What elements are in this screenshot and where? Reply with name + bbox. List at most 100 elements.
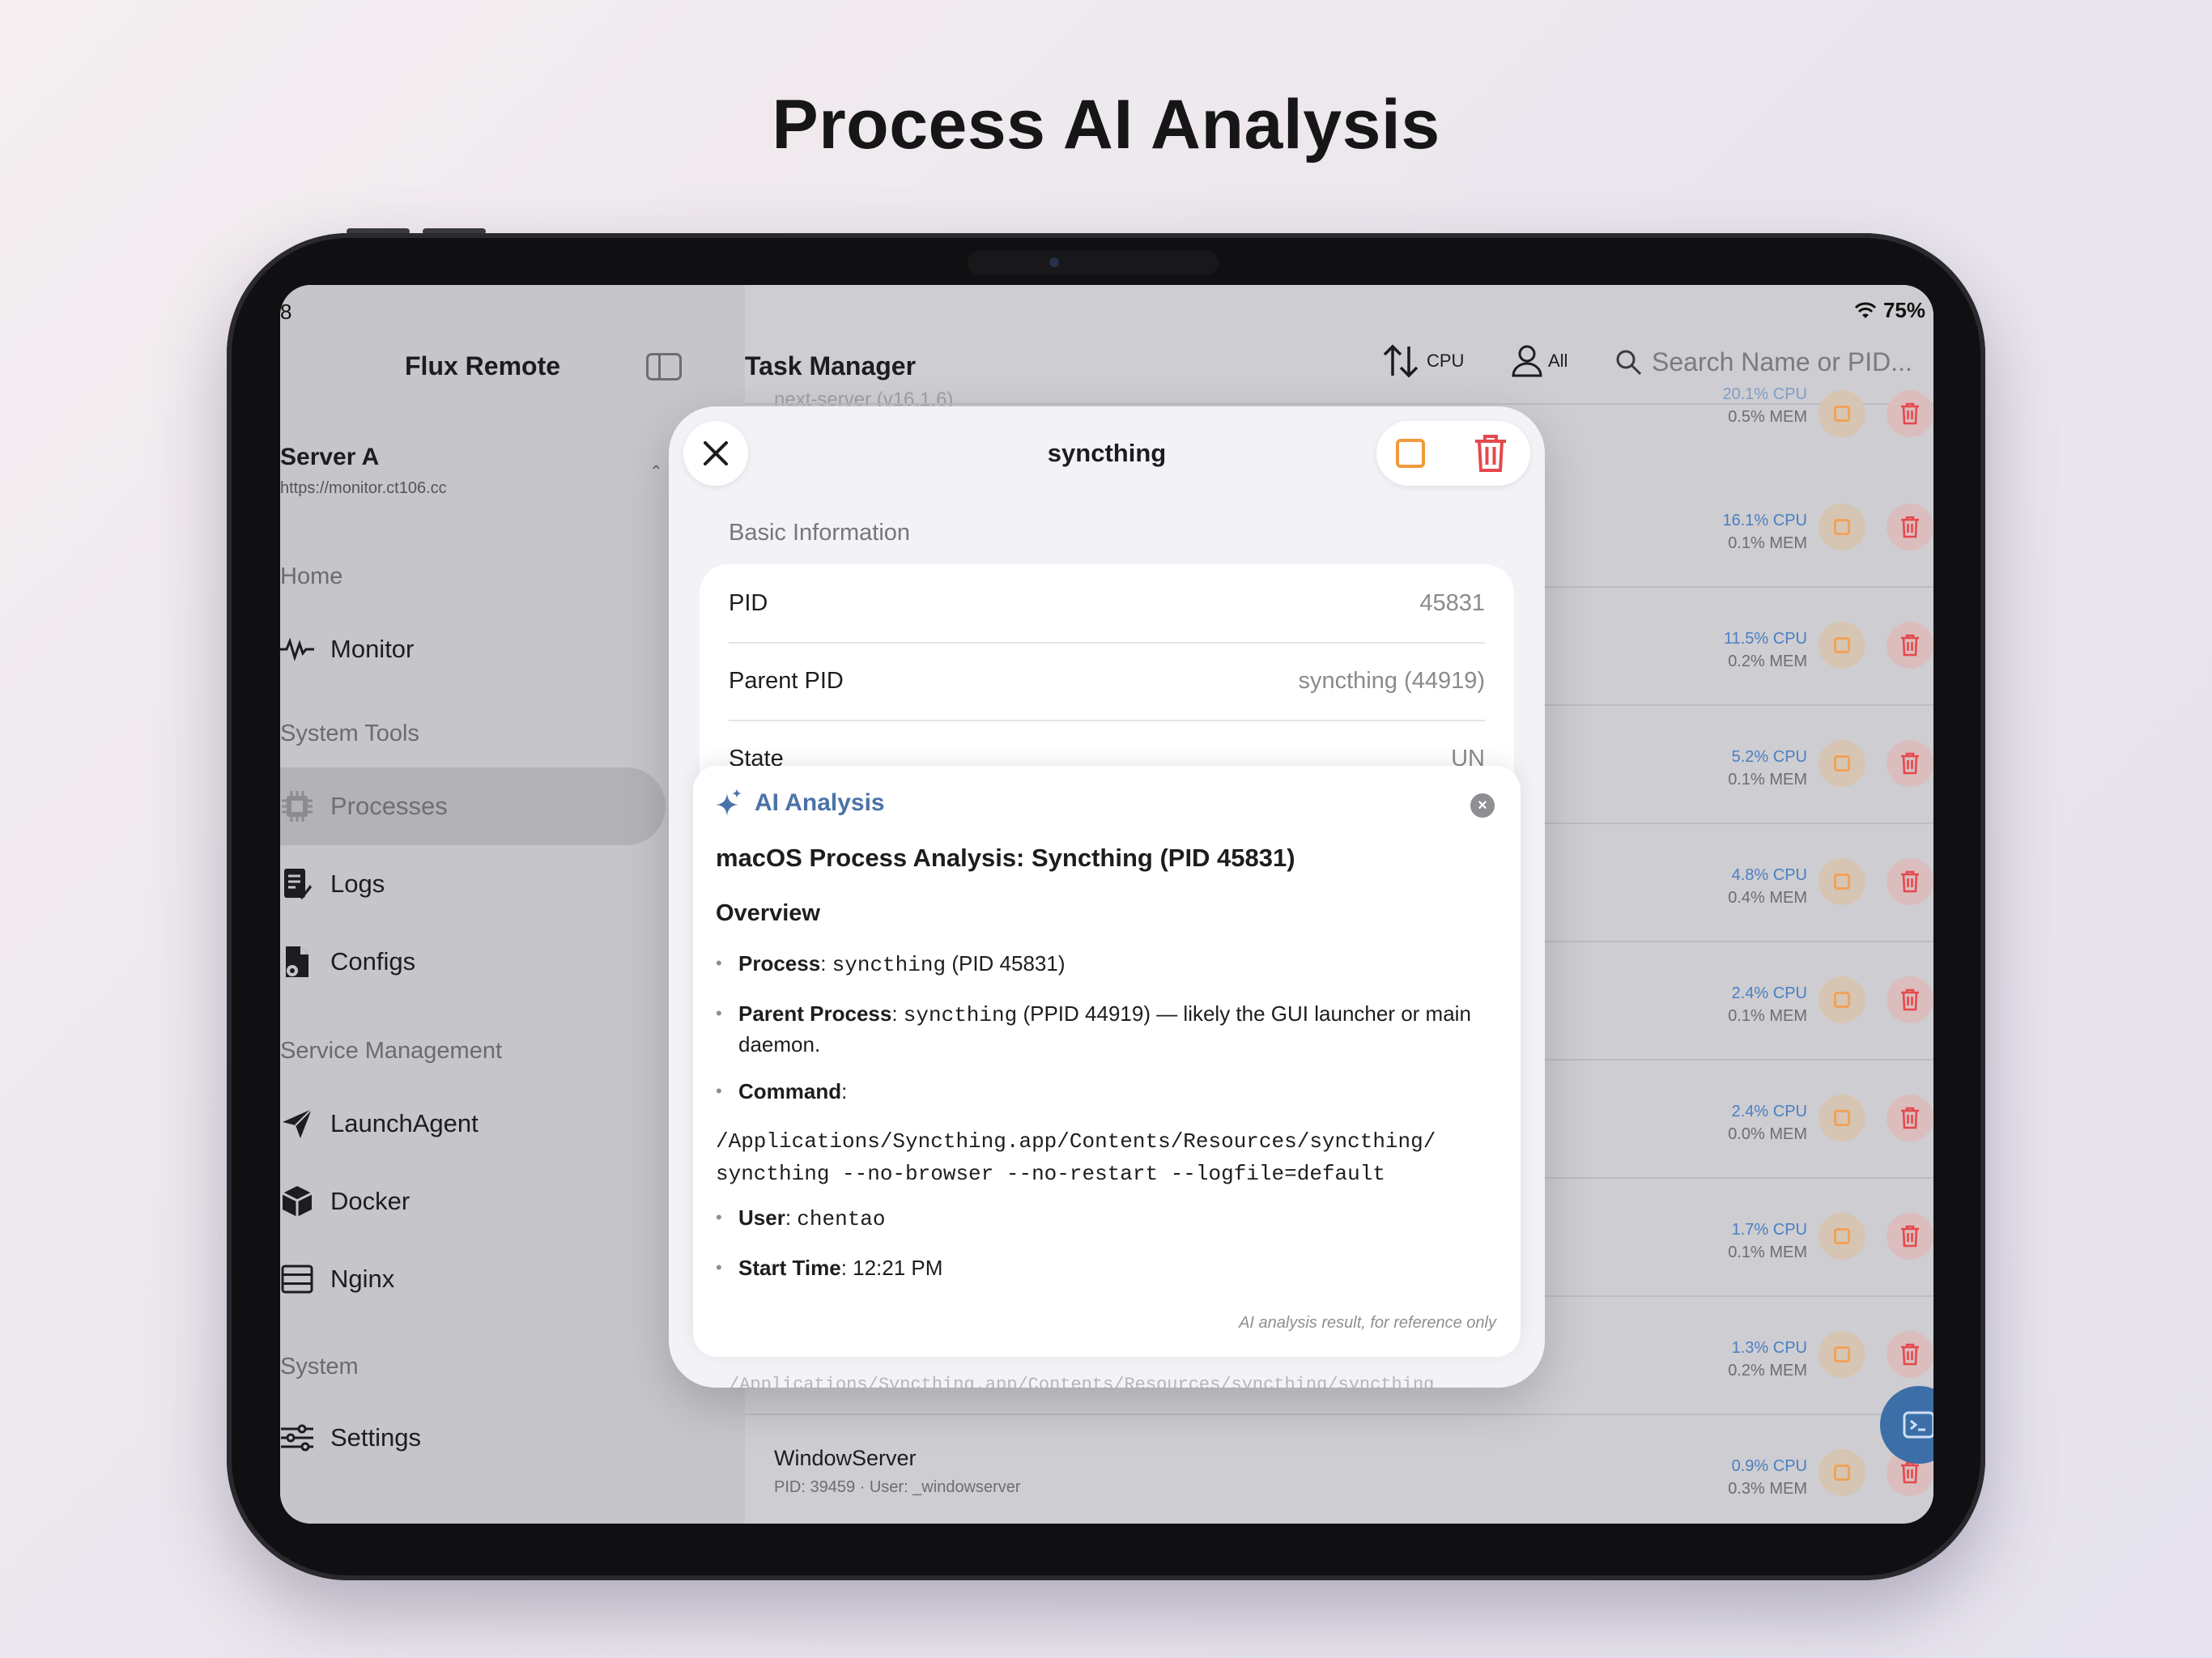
delete-button[interactable] (1887, 390, 1933, 437)
stop-button[interactable] (1819, 1095, 1865, 1141)
bullet-code: syncthing (832, 953, 946, 977)
command-line: syncthing --no-browser --no-restart --lo… (716, 1162, 1385, 1186)
info-row-parent-pid: Parent PID syncthing (44919) (729, 642, 1485, 720)
chevron-updown-icon[interactable]: ⌃ (649, 461, 663, 482)
ai-heading: macOS Process Analysis: Syncthing (PID 4… (716, 844, 1295, 872)
sidebar-item-label: Configs (330, 947, 416, 976)
stop-button[interactable] (1819, 1331, 1865, 1378)
stop-icon (1834, 755, 1850, 772)
stop-icon (1834, 637, 1850, 653)
info-key: PID (729, 589, 768, 616)
terminal-icon (1903, 1411, 1933, 1439)
stop-button[interactable] (1819, 504, 1865, 551)
document-edit-icon (280, 867, 314, 901)
delete-button[interactable] (1887, 1331, 1933, 1378)
cpu-icon (280, 789, 314, 823)
row-cpu: 11.5% CPU (1723, 630, 1807, 648)
row-mem: 0.1% MEM (1728, 1244, 1807, 1261)
ai-analysis-panel: AI Analysis × macOS Process Analysis: Sy… (693, 766, 1521, 1357)
sidebar-item-label: Logs (330, 869, 385, 898)
stop-icon (1834, 406, 1850, 422)
row-cpu: 5.2% CPU (1731, 748, 1807, 766)
delete-button[interactable] (1887, 740, 1933, 787)
server-url: https://monitor.ct106.cc (280, 479, 447, 497)
bullet-user: User: chentao (716, 1203, 1477, 1234)
table-row[interactable]: WindowServer PID: 39459 · User: _windows… (745, 1414, 1933, 1524)
row-process-name: WindowServer (774, 1446, 917, 1470)
stop-button[interactable] (1819, 740, 1865, 787)
delete-button[interactable] (1887, 1095, 1933, 1141)
stop-button[interactable] (1819, 390, 1865, 437)
bullet-command: Command: (716, 1077, 1477, 1106)
stop-button[interactable] (1819, 1213, 1865, 1260)
row-cpu: 1.3% CPU (1731, 1339, 1807, 1357)
page-headline: Process AI Analysis (772, 86, 1440, 164)
stop-button[interactable] (1819, 622, 1865, 669)
trash-icon (1901, 752, 1919, 775)
bullet-text: (PID 45831) (951, 951, 1066, 976)
process-detail-modal: syncthing Basic Information PID 45831 Pa… (669, 406, 1545, 1388)
delete-button[interactable] (1887, 622, 1933, 669)
bullet-code: chentao (797, 1207, 886, 1231)
delete-button[interactable] (1887, 504, 1933, 551)
stop-button[interactable] (1819, 976, 1865, 1023)
sidebar-item-monitor[interactable]: Monitor (280, 610, 666, 688)
ai-subheading: Overview (716, 900, 820, 926)
delete-button[interactable] (1887, 1213, 1933, 1260)
row-cpu: 2.4% CPU (1731, 984, 1807, 1002)
stop-icon (1834, 1346, 1850, 1363)
bullet-label: User (738, 1205, 785, 1230)
camera-icon (1049, 257, 1059, 267)
delete-button[interactable] (1887, 858, 1933, 905)
sidebar-item-settings[interactable]: Settings (280, 1399, 666, 1477)
bullet-code: syncthing (903, 1003, 1018, 1027)
sidebar-item-nginx[interactable]: Nginx (280, 1240, 666, 1318)
server-name[interactable]: Server A (280, 444, 379, 471)
stop-button[interactable] (1819, 1449, 1865, 1496)
bullet-label: Command (738, 1079, 842, 1103)
trash-icon (1901, 402, 1919, 425)
delete-button[interactable] (1887, 976, 1933, 1023)
row-mem: 0.1% MEM (1728, 534, 1807, 552)
cube-icon (280, 1184, 314, 1218)
row-process-meta: PID: 39459 · User: _windowserver (774, 1478, 1021, 1496)
sidebar-toggle-icon[interactable] (646, 353, 682, 380)
row-mem: 0.0% MEM (1728, 1125, 1807, 1143)
row-mem: 0.2% MEM (1728, 653, 1807, 670)
section-service-management: Service Management (280, 1038, 503, 1064)
sidebar-item-label: Monitor (330, 635, 415, 663)
sliders-icon (280, 1421, 314, 1455)
config-file-icon (280, 945, 314, 979)
stop-icon (1834, 874, 1850, 890)
sidebar-item-logs[interactable]: Logs (280, 845, 666, 923)
ai-disclaimer: AI analysis result, for reference only (1239, 1314, 1496, 1332)
ai-close-button[interactable]: × (1470, 793, 1495, 818)
trash-icon[interactable] (1474, 434, 1508, 473)
command-line: /Applications/Syncthing.app/Contents/Res… (716, 1129, 1436, 1154)
trash-icon (1901, 516, 1919, 538)
sidebar-item-docker[interactable]: Docker (280, 1163, 666, 1240)
info-row-pid: PID 45831 (729, 564, 1485, 642)
table-row[interactable]: 20.1% CPU 0.5% MEM (745, 285, 1933, 437)
sidebar-item-label: Nginx (330, 1265, 395, 1293)
row-mem: 0.1% MEM (1728, 1007, 1807, 1025)
row-cpu: 16.1% CPU (1722, 512, 1808, 529)
stop-process-button[interactable] (1396, 439, 1425, 468)
sidebar-item-launchagent[interactable]: LaunchAgent (280, 1085, 666, 1163)
row-mem: 0.1% MEM (1728, 771, 1807, 789)
sidebar-item-configs[interactable]: Configs (280, 923, 666, 1001)
sidebar-item-label: Docker (330, 1187, 410, 1215)
app-title: Flux Remote (405, 351, 561, 380)
section-basic-information: Basic Information (729, 520, 911, 546)
camera-bar (968, 251, 1219, 275)
sidebar-item-label: LaunchAgent (330, 1109, 479, 1137)
stop-button[interactable] (1819, 858, 1865, 905)
row-cpu: 0.9% CPU (1731, 1457, 1807, 1475)
action-pill (1376, 421, 1530, 486)
sidebar-item-processes[interactable]: Processes (280, 767, 666, 845)
row-mem: 0.3% MEM (1728, 1480, 1807, 1498)
trash-icon (1901, 1461, 1919, 1484)
trash-icon (1901, 1343, 1919, 1366)
stop-icon (1834, 519, 1850, 535)
trash-icon (1901, 870, 1919, 893)
